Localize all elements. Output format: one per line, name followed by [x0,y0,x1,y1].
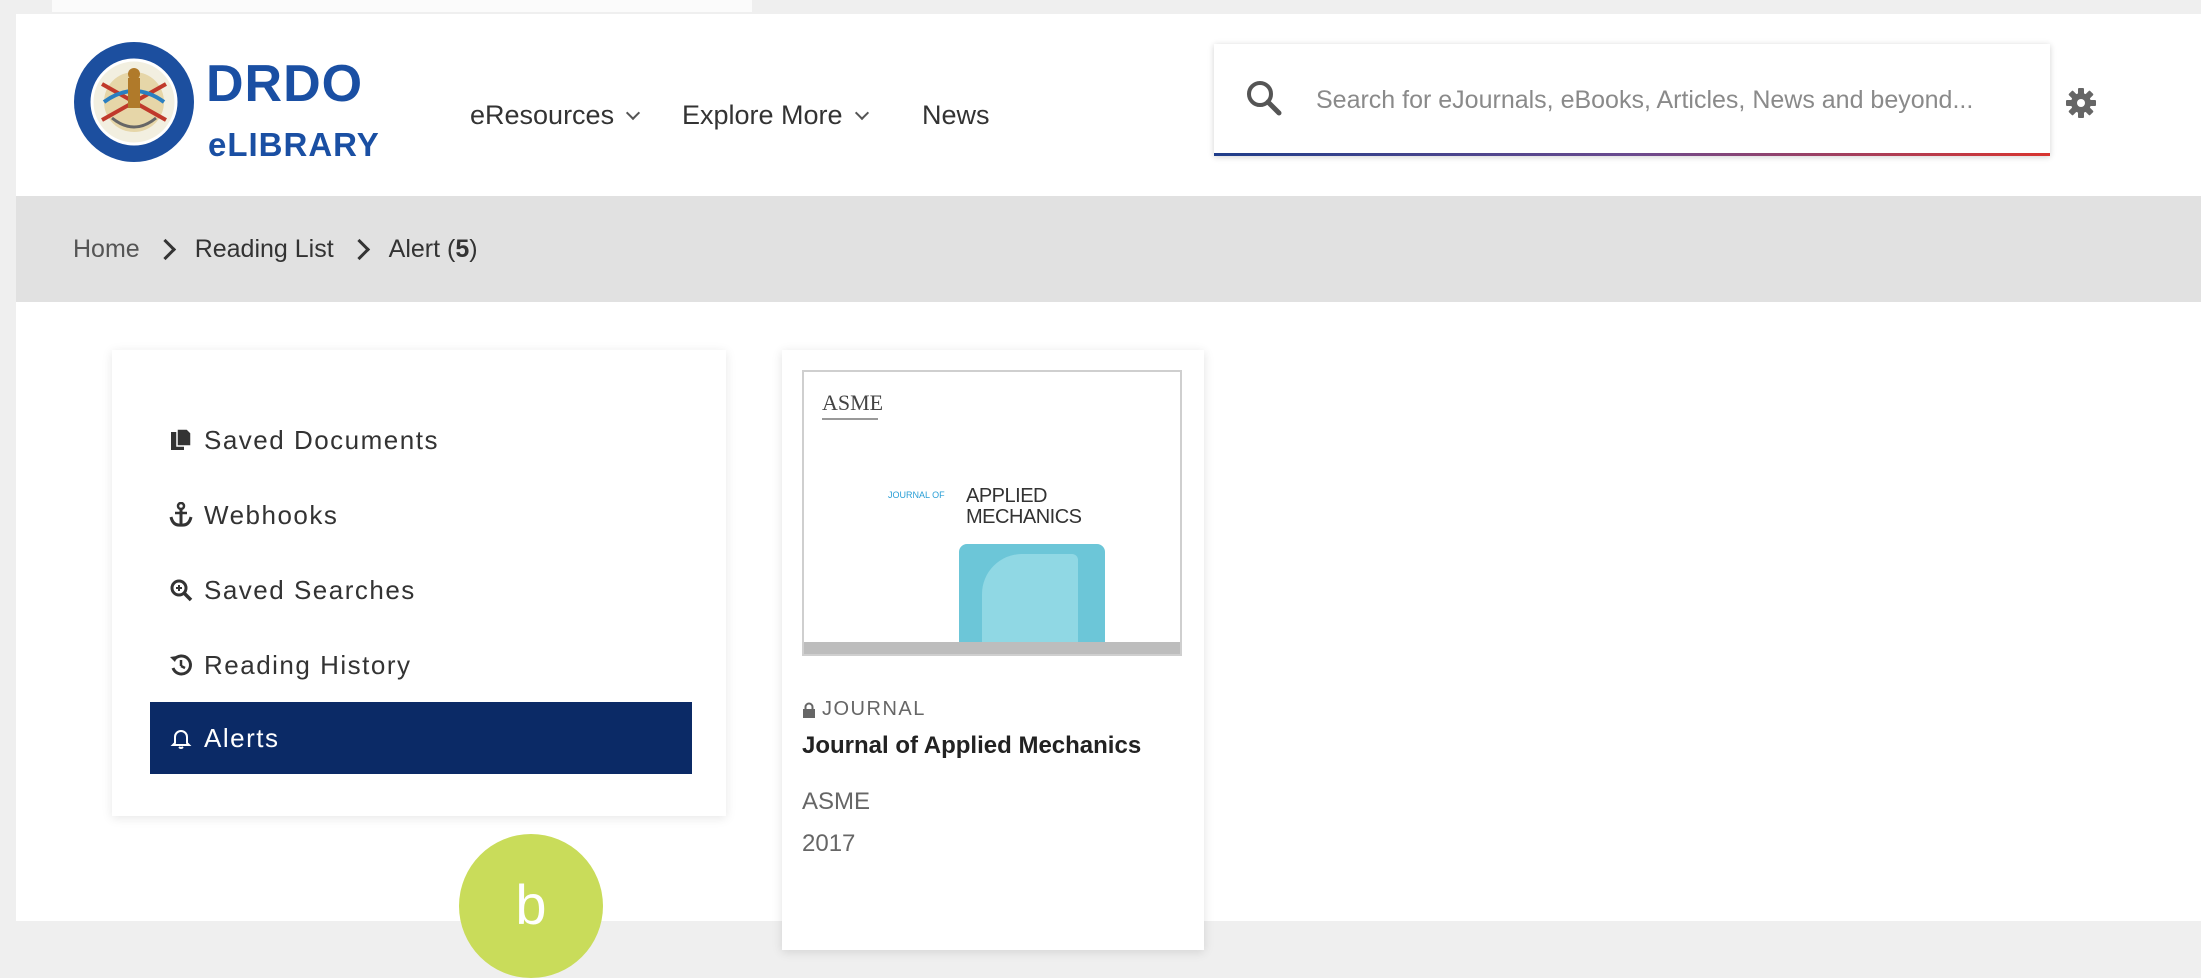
documents-icon [166,428,196,452]
drdo-logo[interactable]: DRDO eLIBRARY [72,40,412,170]
breadcrumb-count: 5 [455,234,470,263]
breadcrumb-current: Alert (5) [389,235,478,264]
cover-title-line1: APPLIED [966,485,1047,507]
breadcrumb-close-paren: ) [469,234,478,263]
breadcrumb-current-label: Alert ( [388,234,456,263]
cover-title: APPLIED MECHANICS [966,486,1082,528]
bell-icon [166,726,196,750]
gear-icon[interactable] [2064,86,2098,120]
card-type-label: JOURNAL [822,698,926,720]
chevron-right-icon [348,238,370,260]
card-type: JOURNAL [802,698,926,721]
search-box [1214,44,2050,156]
browser-tab-area [52,0,752,12]
sidebar-item-label: Webhooks [204,499,339,530]
annotation-badge-letter: b [515,873,547,936]
nav-eresources-label: eResources [470,100,615,130]
reading-list-sidebar: Saved Documents Webhooks Saved Searches … [112,350,726,816]
breadcrumb-home[interactable]: Home [73,235,140,264]
chevron-right-icon [154,238,176,260]
annotation-badge: b [459,834,603,978]
sidebar-item-label: Saved Searches [204,574,416,605]
brand-subtitle: eLIBRARY [208,126,380,163]
history-icon [166,653,196,677]
cover-divider [822,418,878,420]
top-strip [0,0,2201,14]
card-publisher: ASME [802,788,871,815]
cover-title-line2: MECHANICS [966,506,1082,528]
sidebar-item-saved-documents[interactable]: Saved Documents [166,404,692,476]
anchor-icon [166,502,196,528]
cover-artwork-highlight [982,554,1078,648]
chevron-down-icon [626,105,641,120]
sidebar-item-label: Reading History [204,649,412,680]
cover-brand: ASME [822,390,884,415]
drdo-emblem-icon [74,42,194,162]
card-title[interactable]: Journal of Applied Mechanics [802,732,1141,760]
search-plus-icon [166,578,196,602]
search-input[interactable] [1314,74,2018,126]
journal-cover[interactable]: ASME JOURNAL OF APPLIED MECHANICS [802,370,1182,656]
chevron-down-icon [854,105,869,120]
search-underline [1214,153,2050,156]
breadcrumb-reading-list[interactable]: Reading List [195,235,334,264]
search-icon[interactable] [1244,78,1284,118]
cover-journal-tag: JOURNAL OF [888,490,945,500]
sidebar-item-reading-history[interactable]: Reading History [166,629,692,701]
sidebar-item-label: Saved Documents [204,424,439,455]
nav-eresources[interactable]: eResources [470,100,641,131]
nav-explore-more-label: Explore More [682,100,843,130]
nav-news-label: News [922,100,990,130]
card-year: 2017 [802,830,856,857]
sidebar-item-label: Alerts [204,722,280,753]
brand-title: DRDO [206,55,364,113]
sidebar-item-webhooks[interactable]: Webhooks [166,479,692,551]
sidebar-item-alerts[interactable]: Alerts [150,702,692,774]
journal-card[interactable]: ASME JOURNAL OF APPLIED MECHANICS JOURNA… [782,350,1204,950]
page: DRDO eLIBRARY eResources Explore More Ne… [16,14,2201,978]
breadcrumb: Home Reading List Alert (5) [16,196,2201,302]
cover-bottom-bar [804,642,1180,654]
site-header: DRDO eLIBRARY eResources Explore More Ne… [16,14,2201,196]
sidebar-item-saved-searches[interactable]: Saved Searches [166,554,692,626]
nav-explore-more[interactable]: Explore More [682,100,869,131]
lock-icon [803,702,815,718]
nav-news[interactable]: News [922,100,990,131]
